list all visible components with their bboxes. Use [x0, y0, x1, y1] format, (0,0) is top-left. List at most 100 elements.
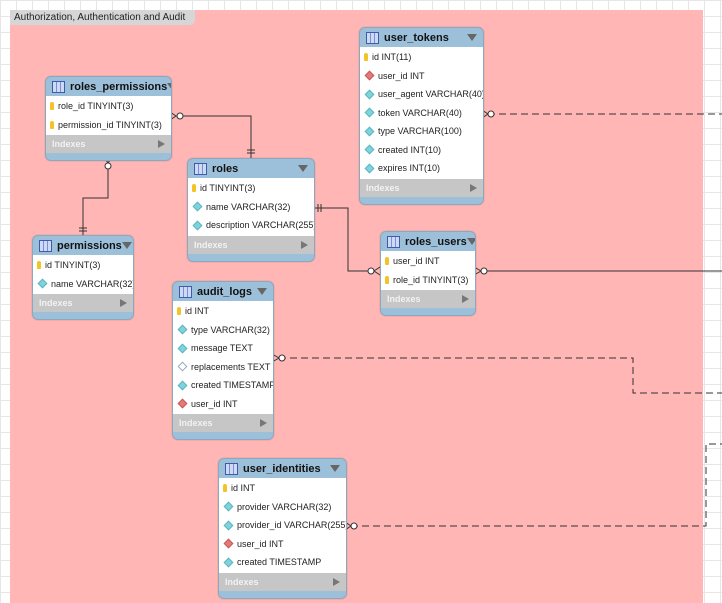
column-row[interactable]: created INT(10) — [360, 141, 483, 160]
column-row[interactable]: provider_id VARCHAR(255) — [219, 516, 346, 535]
column-label: user_id INT — [378, 70, 425, 81]
column-label: name VARCHAR(32) — [206, 201, 291, 212]
table-icon — [179, 285, 192, 298]
table-name: roles — [212, 162, 239, 175]
column-row[interactable]: created TIMESTAMP — [219, 553, 346, 572]
table-roles-users[interactable]: roles_users user_id INT role_id TINYINT(3)… — [380, 231, 476, 316]
table-icon — [39, 239, 52, 252]
column-row[interactable]: id INT — [173, 302, 273, 321]
table-name: user_identities — [243, 462, 321, 475]
column-row[interactable]: user_id INT — [360, 67, 483, 86]
column-row[interactable]: expires INT(10) — [360, 159, 483, 178]
rel-user-identities-users — [351, 443, 722, 527]
table-header[interactable]: audit_logs — [173, 282, 273, 301]
collapse-arrow-icon[interactable] — [167, 83, 171, 90]
indexes-section[interactable]: Indexes — [173, 414, 273, 432]
table-header[interactable]: permissions — [33, 236, 133, 255]
primary-key-icon — [192, 184, 196, 193]
column-row[interactable]: token VARCHAR(40) — [360, 104, 483, 123]
column-row[interactable]: id TINYINT(3) — [33, 256, 133, 275]
expand-arrow-icon[interactable] — [301, 240, 308, 249]
table-header[interactable]: roles_users — [381, 232, 475, 251]
collapse-arrow-icon[interactable] — [257, 288, 267, 295]
column-row[interactable]: user_id INT — [219, 535, 346, 554]
column-row[interactable]: id INT(11) — [360, 48, 483, 67]
column-row[interactable]: role_id TINYINT(3) — [381, 271, 475, 290]
table-user-tokens[interactable]: user_tokensid INT(11) user_id INT user_age… — [359, 27, 484, 205]
column-label: id TINYINT(3) — [45, 260, 101, 271]
nullable-column-icon — [177, 361, 188, 372]
column-icon — [364, 144, 375, 155]
collapse-arrow-icon[interactable] — [121, 242, 132, 249]
table-audit-logs[interactable]: audit_logsid INT type VARCHAR(32) message … — [172, 281, 274, 440]
column-row[interactable]: user_id INT — [173, 395, 273, 414]
column-label: created TIMESTAMP — [237, 557, 322, 568]
indexes-section[interactable]: Indexes — [188, 235, 314, 254]
indexes-section[interactable]: Indexes — [219, 572, 346, 591]
table-header[interactable]: roles_permissions — [46, 77, 171, 96]
foreign-key-icon — [364, 70, 375, 81]
table-icon — [52, 80, 65, 93]
column-icon — [364, 107, 375, 118]
column-row[interactable]: created TIMESTAMP — [173, 376, 273, 395]
table-header[interactable]: roles — [188, 159, 314, 178]
column-row[interactable]: type VARCHAR(32) — [173, 321, 273, 340]
indexes-label: Indexes — [194, 239, 228, 250]
column-row[interactable]: id INT — [219, 479, 346, 498]
table-header[interactable]: user_tokens — [360, 28, 483, 47]
column-row[interactable]: name VARCHAR(32) — [188, 198, 314, 217]
column-icon — [37, 278, 48, 289]
indexes-section[interactable]: Indexes — [33, 294, 133, 312]
collapse-arrow-icon[interactable] — [298, 165, 308, 172]
expand-arrow-icon[interactable] — [470, 183, 477, 192]
indexes-section[interactable]: Indexes — [46, 135, 171, 153]
collapse-arrow-icon[interactable] — [467, 34, 477, 41]
table-permissions[interactable]: permissions id TINYINT(3) name VARCHAR(32)… — [32, 235, 134, 320]
column-row[interactable]: type VARCHAR(100) — [360, 122, 483, 141]
column-row[interactable]: user_id INT — [381, 252, 475, 271]
table-roles[interactable]: roles id TINYINT(3) name VARCHAR(32) descri… — [187, 158, 315, 262]
column-label: user_agent VARCHAR(40) — [378, 89, 484, 100]
table-roles-permissions[interactable]: roles_permissions role_id TINYINT(3) permi… — [45, 76, 172, 161]
expand-arrow-icon[interactable] — [462, 295, 469, 303]
column-icon — [223, 557, 234, 568]
column-row[interactable]: role_id TINYINT(3) — [46, 97, 171, 116]
indexes-label: Indexes — [225, 576, 259, 587]
table-header[interactable]: user_identities — [219, 459, 346, 478]
column-row[interactable]: replacements TEXT — [173, 358, 273, 377]
table-name: audit_logs — [197, 285, 253, 298]
primary-key-icon — [364, 53, 368, 62]
collapse-arrow-icon[interactable] — [466, 238, 475, 245]
column-row[interactable]: id TINYINT(3) — [188, 179, 314, 198]
column-list: user_id INT role_id TINYINT(3) — [381, 251, 475, 290]
column-icon — [364, 163, 375, 174]
collapse-arrow-icon[interactable] — [330, 465, 340, 472]
column-list: id INT type VARCHAR(32) message TEXT replac… — [173, 301, 273, 414]
expand-arrow-icon[interactable] — [158, 140, 165, 148]
column-label: user_id INT — [237, 538, 284, 549]
indexes-section[interactable]: Indexes — [360, 178, 483, 197]
expand-arrow-icon[interactable] — [333, 577, 340, 586]
rel-roles-permissions-roles — [176, 115, 252, 158]
column-row[interactable]: user_agent VARCHAR(40) — [360, 85, 483, 104]
column-row[interactable]: name VARCHAR(32) — [33, 275, 133, 294]
column-row[interactable]: message TEXT — [173, 339, 273, 358]
table-name: user_tokens — [384, 31, 449, 44]
column-row[interactable]: description VARCHAR(255) — [188, 216, 314, 235]
expand-arrow-icon[interactable] — [260, 419, 267, 427]
primary-key-icon — [50, 120, 54, 129]
indexes-section[interactable]: Indexes — [381, 290, 475, 308]
column-label: provider_id VARCHAR(255) — [237, 520, 347, 531]
indexes-label: Indexes — [366, 182, 400, 193]
table-user-identities[interactable]: user_identitiesid INT provider VARCHAR(32… — [218, 458, 347, 599]
column-list: role_id TINYINT(3) permission_id TINYINT(… — [46, 96, 171, 135]
expand-arrow-icon[interactable] — [120, 299, 127, 307]
rel-audit-logs-users — [279, 357, 722, 394]
column-icon — [364, 126, 375, 137]
table-name: roles_permissions — [70, 80, 168, 93]
column-row[interactable]: provider VARCHAR(32) — [219, 498, 346, 517]
column-label: role_id TINYINT(3) — [58, 101, 134, 112]
table-icon — [225, 462, 238, 475]
column-row[interactable]: permission_id TINYINT(3) — [46, 116, 171, 135]
table-name: roles_users — [405, 235, 467, 248]
